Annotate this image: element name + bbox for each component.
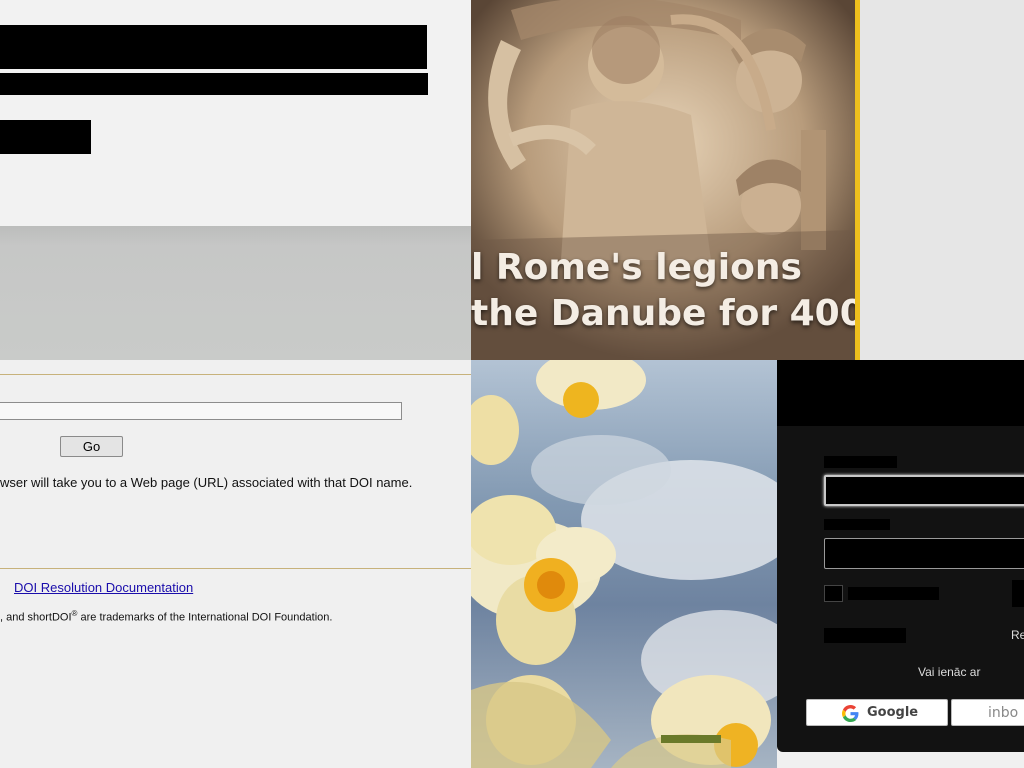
alt-login-label: Vai ienāc ar [918, 665, 981, 679]
redacted-username-label [824, 456, 897, 468]
doi-input[interactable] [0, 402, 402, 420]
trademark-notice: , and shortDOI® are trademarks of the In… [0, 609, 332, 624]
trademark-suffix: are trademarks of the International DOI … [77, 611, 333, 624]
remember-checkbox[interactable] [824, 585, 843, 602]
login-panel: Re Vai ienāc ar Google inbo [777, 360, 1024, 768]
doi-resolver-panel: Go wser will take you to a Web page (URL… [0, 360, 471, 768]
top-right-panel [860, 0, 1024, 360]
login-header [777, 360, 1024, 426]
redacted-remember-label [848, 587, 939, 600]
daffodils-photo [471, 360, 777, 768]
doi-documentation-link[interactable]: DOI Resolution Documentation [14, 580, 193, 595]
username-field[interactable] [824, 475, 1024, 506]
login-box: Re Vai ienāc ar Google inbo [777, 360, 1024, 752]
shaded-area [0, 226, 471, 360]
bottom-rule [0, 568, 471, 569]
inbox-login-button[interactable]: inbo [951, 699, 1024, 726]
doi-description: wser will take you to a Web page (URL) a… [0, 475, 413, 490]
google-login-label: Google [867, 705, 919, 720]
article-headline[interactable]: l Rome's legions the Danube for 400 [471, 245, 858, 337]
daffodils-image [471, 360, 777, 768]
register-link[interactable]: Re [1011, 628, 1024, 642]
redacted-forgot-link[interactable] [824, 628, 906, 643]
google-login-button[interactable]: Google [806, 699, 948, 726]
redacted-password-label [824, 519, 890, 530]
google-g-icon [842, 705, 859, 722]
top-left-panel [0, 0, 471, 360]
top-rule [0, 374, 471, 375]
redacted-login-button[interactable] [1012, 580, 1024, 607]
headline-line-2: the Danube for 400 [471, 293, 858, 334]
go-button[interactable]: Go [60, 436, 123, 457]
redacted-button[interactable] [0, 120, 91, 154]
redacted-subtitle [0, 73, 428, 95]
redacted-title [0, 25, 427, 69]
password-field[interactable] [824, 538, 1024, 569]
headline-line-1: l Rome's legions [471, 247, 802, 288]
trademark-prefix: , and shortDOI [0, 611, 72, 624]
roman-relief-article[interactable]: l Rome's legions the Danube for 400 [471, 0, 858, 360]
